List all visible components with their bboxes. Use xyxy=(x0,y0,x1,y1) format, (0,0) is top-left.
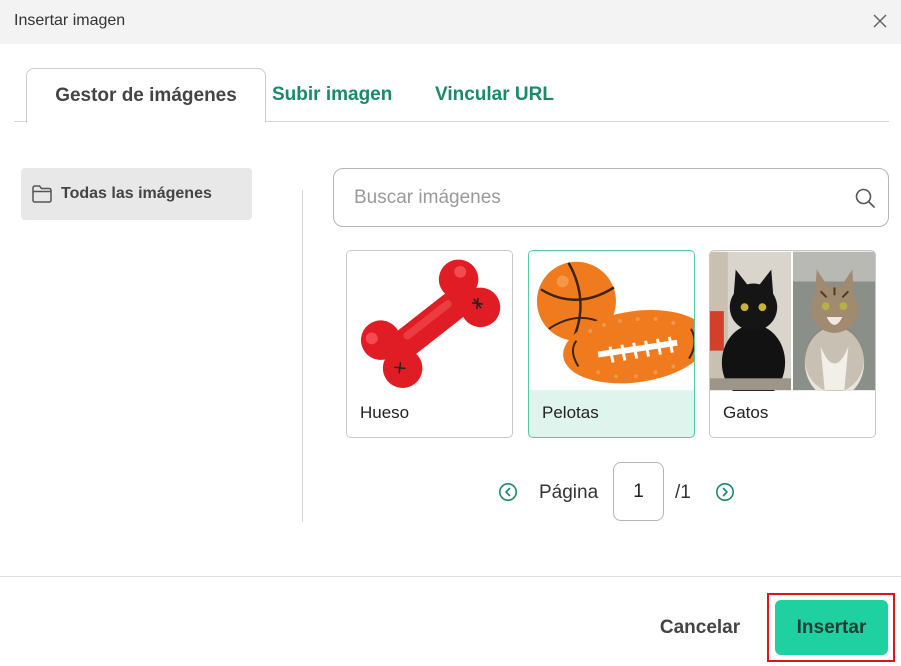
dialog-titlebar: Insertar imagen xyxy=(0,0,901,44)
image-card-name: Pelotas xyxy=(542,403,599,422)
close-button[interactable] xyxy=(869,10,891,32)
cancel-button[interactable]: Cancelar xyxy=(644,606,756,650)
chevron-left-circle-icon[interactable] xyxy=(498,482,518,502)
tab-label: Gestor de imágenes xyxy=(55,84,237,106)
page-label: Página xyxy=(539,482,599,503)
vertical-divider xyxy=(302,190,303,522)
tab-bar: Gestor de imágenes Subir imagen Vincular… xyxy=(14,68,889,123)
sidebar-item-all-images[interactable]: Todas las imágenes xyxy=(21,168,252,220)
close-icon xyxy=(873,14,887,28)
tab-label: Vincular URL xyxy=(435,84,554,105)
tab-label: Subir imagen xyxy=(272,84,393,105)
folder-icon xyxy=(32,185,52,203)
bone-toy-image xyxy=(347,251,512,391)
image-card-pelotas[interactable]: Pelotas xyxy=(528,250,695,438)
image-card-hueso[interactable]: Hueso xyxy=(346,250,513,438)
tab-link-url[interactable]: Vincular URL xyxy=(435,68,554,122)
insert-button[interactable]: Insertar xyxy=(775,600,888,655)
image-card-gatos[interactable]: Gatos xyxy=(709,250,876,438)
dialog-title: Insertar imagen xyxy=(14,12,126,29)
balls-toy-image xyxy=(529,251,694,391)
footer-divider xyxy=(0,576,901,577)
cats-image xyxy=(710,251,875,391)
search-box xyxy=(333,168,889,227)
search-input[interactable] xyxy=(352,179,832,217)
page-total: /1 xyxy=(675,482,691,503)
image-card-name: Gatos xyxy=(723,403,769,422)
image-card-name: Hueso xyxy=(360,403,410,422)
tab-image-manager[interactable]: Gestor de imágenes xyxy=(26,68,266,123)
pagination: Página /1 xyxy=(498,462,748,522)
chevron-right-circle-icon[interactable] xyxy=(715,482,735,502)
tab-upload-image[interactable]: Subir imagen xyxy=(272,68,392,122)
insert-button-highlight: Insertar xyxy=(767,593,895,662)
insert-image-dialog: Insertar imagen Gestor de imágenes Subir… xyxy=(0,0,901,666)
page-number-input[interactable] xyxy=(613,462,664,521)
search-icon[interactable] xyxy=(854,187,876,209)
sidebar-item-label: Todas las imágenes xyxy=(61,185,212,202)
